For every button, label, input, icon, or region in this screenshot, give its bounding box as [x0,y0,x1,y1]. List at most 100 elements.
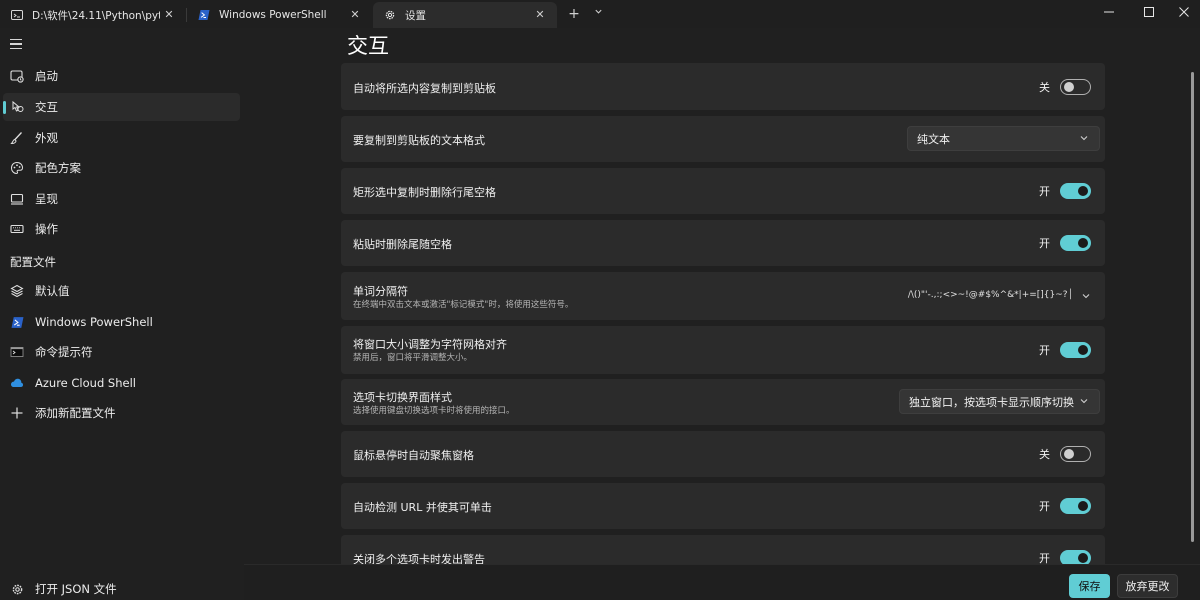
sidebar-item-label: 启动 [35,69,58,83]
toggle-switch[interactable] [1060,446,1091,462]
sidebar-item-label: 操作 [35,222,58,236]
footer-bar [244,564,1200,600]
save-button[interactable]: 保存 [1069,574,1110,598]
startup-icon [10,69,24,83]
toggle-state-label: 开 [1039,344,1050,357]
sidebar-item-command-prompt[interactable]: 命令提示符 [3,338,240,366]
sidebar-item-defaults[interactable]: 默认值 [3,277,240,305]
sidebar-item-windows-powershell[interactable]: Windows PowerShell [3,308,240,336]
setting-word-delimiters[interactable]: 单词分隔符 在终端中双击文本或激活"标记模式"时，将使用这些符号。 /\()"'… [341,272,1105,320]
setting-title: 矩形选中复制时删除行尾空格 [353,186,496,199]
setting-title: 自动检测 URL 并使其可单击 [353,501,492,514]
setting-copy-on-select: 自动将所选内容复制到剪贴板 关 [341,63,1105,110]
toggle-trim-paste[interactable]: 开 [1039,235,1091,251]
close-window-icon[interactable] [1164,0,1200,24]
setting-title: 粘贴时删除尾随空格 [353,238,452,251]
copy-format-dropdown[interactable]: 纯文本 [907,126,1100,151]
chevron-down-icon[interactable] [588,4,608,24]
dropdown-value: 纯文本 [917,132,950,146]
sidebar-item-color-schemes[interactable]: 配色方案 [3,154,240,182]
sidebar-item-rendering[interactable]: 呈现 [3,185,240,213]
sidebar-item-label: Windows PowerShell [35,315,153,329]
setting-title: 将窗口大小调整为字符网格对齐 [353,338,507,351]
toggle-state-label: 关 [1039,448,1050,461]
toggle-switch[interactable] [1060,235,1091,251]
open-json-button[interactable]: 打开 JSON 文件 [3,575,240,600]
monitor-icon [10,192,24,206]
toggle-copy-on-select[interactable]: 关 [1039,79,1091,95]
toggle-state-label: 关 [1039,81,1050,94]
sidebar-item-label: 外观 [35,131,58,145]
tab-label: 设置 [405,9,426,22]
sidebar-item-label: 交互 [35,100,58,114]
setting-tab-switcher: 选项卡切换界面样式 选择使用键盘切换选项卡时将使用的接口。 独立窗口，按选项卡显… [341,379,1105,425]
tab-switcher-dropdown[interactable]: 独立窗口，按选项卡显示顺序切换 [899,389,1100,414]
toggle-switch[interactable] [1060,498,1091,514]
keyboard-icon [10,222,24,236]
tab-label: D:\软件\24.11\Python\python.e [32,9,160,22]
plus-icon [10,406,24,420]
page-title: 交互 [347,34,389,58]
toggle-snap-to-grid[interactable]: 开 [1039,342,1091,358]
sidebar-item-interaction[interactable]: 交互 [3,93,240,121]
toggle-switch[interactable] [1060,183,1091,199]
selection-indicator [3,101,6,114]
setting-trim-block-selection: 矩形选中复制时删除行尾空格 开 [341,168,1105,214]
sidebar-item-label: 添加新配置文件 [35,406,116,420]
tab-settings[interactable]: 设置 ✕ [373,2,557,28]
chevron-down-icon [1080,136,1088,141]
cmd-icon [10,345,24,359]
sidebar-item-actions[interactable]: 操作 [3,215,240,243]
powershell-icon [198,9,210,21]
tab-powershell[interactable]: Windows PowerShell ✕ [187,2,372,28]
discard-changes-button[interactable]: 放弃更改 [1117,574,1178,598]
setting-title: 鼠标悬停时自动聚焦窗格 [353,449,474,462]
word-delimiters-value: /\()"'-.,:;<>~!@#$%^&*|+=[]{}~?│ [907,290,1073,300]
palette-icon [10,161,24,175]
toggle-switch[interactable] [1060,79,1091,95]
sidebar-item-appearance[interactable]: 外观 [3,124,240,152]
azure-icon [10,376,24,390]
sidebar-item-azure-cloud-shell[interactable]: Azure Cloud Shell [3,369,240,397]
toggle-detect-urls[interactable]: 开 [1039,498,1091,514]
setting-detect-urls: 自动检测 URL 并使其可单击 开 [341,483,1105,529]
dropdown-value: 独立窗口，按选项卡显示顺序切换 [909,395,1074,409]
sidebar-item-label: 默认值 [35,284,70,298]
toggle-state-label: 开 [1039,185,1050,198]
toggle-switch[interactable] [1060,342,1091,358]
profiles-section-header: 配置文件 [10,255,56,269]
chevron-down-icon[interactable] [1081,291,1091,301]
title-bar: D:\软件\24.11\Python\python.e ✕ Windows Po… [0,0,1200,28]
setting-title: 要复制到剪贴板的文本格式 [353,134,485,147]
minimize-icon[interactable] [1089,0,1129,24]
setting-title: 单词分隔符 [353,285,408,298]
new-tab-icon[interactable]: + [564,4,584,24]
brush-icon [10,131,24,145]
layers-icon [10,284,24,298]
toggle-focus-follow-mouse[interactable]: 关 [1039,446,1091,462]
close-icon[interactable]: ✕ [162,8,176,22]
toggle-trim-block-selection[interactable]: 开 [1039,183,1091,199]
interaction-icon [10,100,24,114]
maximize-icon[interactable] [1129,0,1169,24]
toggle-state-label: 开 [1039,500,1050,513]
sidebar-item-label: Azure Cloud Shell [35,376,136,390]
setting-focus-follow-mouse: 鼠标悬停时自动聚焦窗格 关 [341,431,1105,477]
open-json-label: 打开 JSON 文件 [35,582,117,596]
gear-icon [384,9,396,21]
hamburger-menu-icon[interactable] [10,39,22,49]
close-icon[interactable]: ✕ [348,8,362,22]
sidebar-item-startup[interactable]: 启动 [3,62,240,90]
setting-snap-to-grid: 将窗口大小调整为字符网格对齐 禁用后，窗口将平滑调整大小。 开 [341,326,1105,374]
sidebar-item-label: 配色方案 [35,161,81,175]
sidebar-item-label: 呈现 [35,192,58,206]
tab-python[interactable]: D:\软件\24.11\Python\python.e ✕ [0,2,186,28]
setting-title: 自动将所选内容复制到剪贴板 [353,82,496,95]
tab-label: Windows PowerShell [219,9,327,21]
setting-description: 在终端中双击文本或激活"标记模式"时，将使用这些符号。 [353,300,574,310]
close-icon[interactable]: ✕ [533,8,547,22]
sidebar-item-add-profile[interactable]: 添加新配置文件 [3,399,240,427]
scrollbar[interactable] [1191,72,1194,542]
setting-copy-format: 要复制到剪贴板的文本格式 纯文本 [341,116,1105,162]
sidebar: 启动 交互 外观 配色方案 呈现 操作 配置文件 默认值 Windows Pow… [0,28,244,600]
